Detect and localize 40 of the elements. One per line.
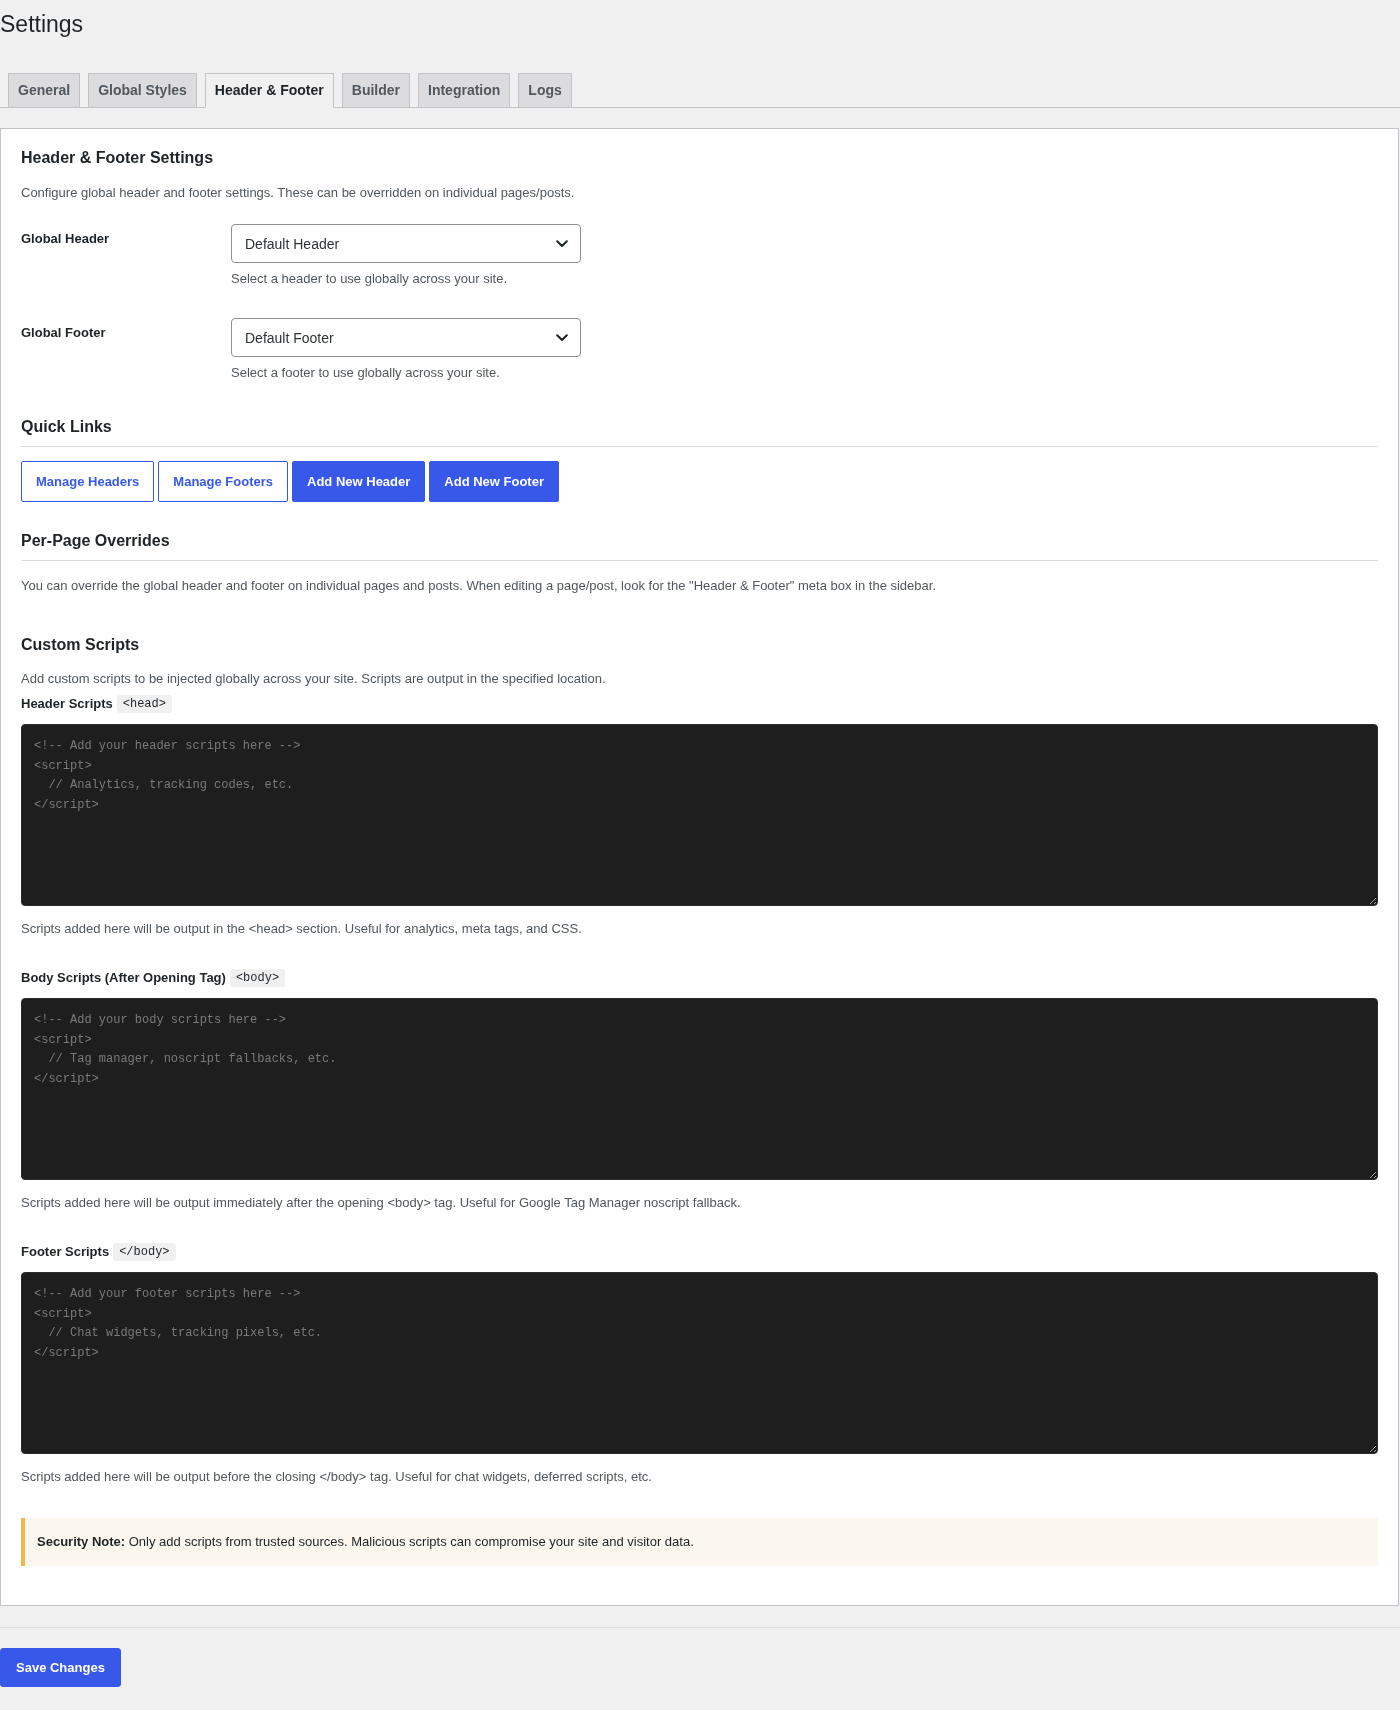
section-description: Add custom scripts to be injected globally across your site. Scripts are output in the specified location.	[21, 670, 606, 688]
tab[interactable]: Integration	[418, 73, 511, 108]
field-label: Body Scripts (After Opening Tag)	[21, 969, 226, 987]
code-textarea[interactable]: <!-- Add your body scripts here --> <script> // Tag manager, noscript fallbacks, etc. </script>	[21, 998, 1378, 1180]
page-title: Settings	[0, 10, 84, 39]
link-button[interactable]: Manage Headers	[21, 461, 155, 502]
tab[interactable]: Global Styles	[88, 73, 197, 108]
field-label: Header Scripts	[21, 695, 113, 713]
tab[interactable]: Builder	[341, 73, 410, 108]
field-label: Footer Scripts	[21, 1243, 110, 1261]
security-note: Security Note: Only add scripts from trusted sources. Malicious scripts can compromise your site and visitor data.	[21, 1518, 1378, 1566]
chevron-down-icon	[556, 333, 568, 342]
field-label: Global Footer	[21, 324, 106, 342]
section-heading: Quick Links	[21, 417, 112, 437]
code-textarea[interactable]: <!-- Add your footer scripts here --> <script> // Chat widgets, tracking pixels, etc. </script>	[21, 1272, 1378, 1454]
code-tag: </body>	[113, 1243, 176, 1261]
tab[interactable]: Header & Footer	[204, 73, 334, 108]
help-text: Select a footer to use globally across your site.	[231, 364, 500, 382]
overrides-text: You can override the global header and footer on individual pages and posts. When editing a page/post, look for the "Header & Footer" meta box in the sidebar.	[21, 577, 936, 595]
help-text: Select a header to use globally across your site.	[231, 270, 508, 288]
help-text: Scripts added here will be output in the <head> section. Useful for analytics, meta tags, and CSS.	[21, 920, 582, 938]
code-tag: <body>	[229, 969, 286, 987]
chevron-down-icon	[556, 239, 568, 248]
link-button[interactable]: Add New Footer	[429, 461, 559, 502]
section-title: Header & Footer Settings	[21, 148, 214, 168]
section-description: Configure global header and footer settings. These can be overridden on individual pages/posts.	[21, 184, 575, 202]
section-heading: Per-Page Overrides	[21, 531, 170, 551]
save-button[interactable]: Save Changes	[0, 1648, 121, 1687]
help-text: Scripts added here will be output immediately after the opening <body> tag. Useful for Google Tag Manager noscript fallback.	[21, 1194, 741, 1212]
section-heading: Custom Scripts	[21, 635, 140, 655]
code-textarea[interactable]: <!-- Add your header scripts here --> <script> // Analytics, tracking codes, etc. </script>	[21, 724, 1378, 906]
tab[interactable]: General	[8, 73, 81, 108]
dropdown[interactable]: Default Header	[231, 224, 581, 263]
link-button[interactable]: Manage Footers	[158, 461, 288, 502]
dropdown[interactable]: Default Footer	[231, 318, 581, 357]
tab[interactable]: Logs	[518, 73, 572, 108]
link-button[interactable]: Add New Header	[292, 461, 426, 502]
field-label: Global Header	[21, 230, 110, 248]
code-tag: <head>	[116, 695, 172, 713]
help-text: Scripts added here will be output before the closing </body> tag. Useful for chat widgets, deferred scripts, etc.	[21, 1468, 652, 1486]
